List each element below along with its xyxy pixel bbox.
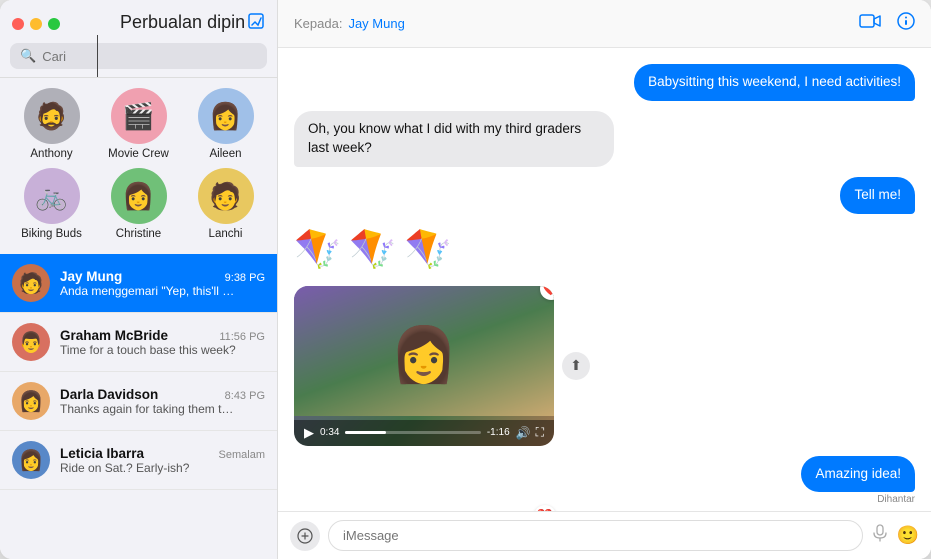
kite-3: 🪁 bbox=[405, 228, 452, 272]
conversation-item-darla[interactable]: 👩 Darla Davidson 8:43 PG Thanks again fo… bbox=[0, 372, 277, 431]
kite-2: 🪁 bbox=[349, 228, 396, 272]
compose-button[interactable] bbox=[247, 12, 265, 35]
conversation-item-jaymung[interactable]: 🧑 Jay Mung 9:38 PG Anda menggemari "Yep,… bbox=[0, 254, 277, 313]
pinned-contact-bikingbuds[interactable]: 🚲 Biking Buds bbox=[16, 168, 88, 240]
message-input[interactable] bbox=[328, 520, 863, 551]
sidebar: 🔍 🧔 Anthony 🎬 Movie Crew bbox=[0, 0, 278, 559]
conv-name-jaymung: Jay Mung bbox=[60, 269, 122, 284]
conv-time-jaymung: 9:38 PG bbox=[225, 272, 265, 284]
conv-info-darla: Darla Davidson 8:43 PG Thanks again for … bbox=[60, 387, 265, 416]
pinned-contact-aileen[interactable]: 👩 Aileen bbox=[190, 88, 262, 160]
input-right-icons: 🙂 bbox=[871, 524, 919, 547]
chat-header-to-label: Kepada: bbox=[294, 16, 342, 31]
pinned-row-2: 🚲 Biking Buds 👩 Christine 🧑 Lanchi bbox=[0, 168, 277, 240]
message-m2: Oh, you know what I did with my third gr… bbox=[294, 111, 915, 167]
bubble-m3: Tell me! bbox=[840, 177, 915, 214]
pinned-contact-moviecrew[interactable]: 🎬 Movie Crew bbox=[103, 88, 175, 160]
bubble-m4: Amazing idea! bbox=[801, 456, 915, 493]
conversation-item-leticia[interactable]: 👩 Leticia Ibarra Semalam Ride on Sat.? E… bbox=[0, 431, 277, 490]
video-elapsed: 0:34 bbox=[320, 427, 339, 438]
video-player[interactable]: 👩 ▶ 0:34 -1:16 🔊 bbox=[294, 286, 554, 446]
search-icon: 🔍 bbox=[20, 48, 36, 64]
video-progress-fill bbox=[345, 431, 386, 434]
pinned-name-lanchi: Lanchi bbox=[209, 228, 243, 240]
chat-area: Kepada: Jay Mung bbox=[278, 0, 931, 559]
avatar-leticia: 👩 bbox=[12, 441, 50, 479]
video-remaining: -1:16 bbox=[487, 427, 510, 438]
conv-preview-jaymung: Anda menggemari "Yep, this'll keep 'em o… bbox=[60, 284, 240, 298]
conv-preview-darla: Thanks again for taking them this weeken… bbox=[60, 402, 240, 416]
pinned-avatar-aileen: 👩 bbox=[198, 88, 254, 144]
avatar-darla: 👩 bbox=[12, 382, 50, 420]
conv-time-darla: 8:43 PG bbox=[225, 390, 265, 402]
traffic-lights bbox=[12, 18, 60, 30]
pinned-avatar-lanchi: 🧑 bbox=[198, 168, 254, 224]
avatar-graham: 👨 bbox=[12, 323, 50, 361]
messages-area: Babysitting this weekend, I need activit… bbox=[278, 48, 931, 511]
conv-name-darla: Darla Davidson bbox=[60, 387, 158, 402]
bubble-m1: Babysitting this weekend, I need activit… bbox=[634, 64, 915, 101]
pinned-avatar-christine: 👩 bbox=[111, 168, 167, 224]
conv-time-leticia: Semalam bbox=[219, 449, 265, 461]
app-button[interactable] bbox=[290, 521, 320, 551]
pinned-contact-christine[interactable]: 👩 Christine bbox=[103, 168, 175, 240]
info-icon[interactable] bbox=[897, 12, 915, 35]
pinned-contact-anthony[interactable]: 🧔 Anthony bbox=[16, 88, 88, 160]
conv-preview-graham: Time for a touch base this week? bbox=[60, 343, 240, 357]
avatar-jaymung: 🧑 bbox=[12, 264, 50, 302]
video-controls: ▶ 0:34 -1:16 🔊 ⛶ bbox=[294, 420, 554, 446]
video-message: 👩 ▶ 0:34 -1:16 🔊 bbox=[294, 286, 915, 446]
search-input[interactable] bbox=[42, 49, 257, 64]
fullscreen-icon[interactable]: ⛶ bbox=[536, 425, 544, 440]
tooltip-line bbox=[97, 35, 98, 77]
message-m4: Amazing idea! Dihantar bbox=[294, 456, 915, 506]
conv-info-graham: Graham McBride 11:56 PG Time for a touch… bbox=[60, 328, 265, 357]
conv-name-leticia: Leticia Ibarra bbox=[60, 446, 144, 461]
conv-info-leticia: Leticia Ibarra Semalam Ride on Sat.? Ear… bbox=[60, 446, 265, 475]
pinned-avatar-bikingbuds: 🚲 bbox=[24, 168, 80, 224]
video-progress-bar[interactable] bbox=[345, 431, 480, 434]
pinned-section: 🧔 Anthony 🎬 Movie Crew 👩 Aileen bbox=[0, 77, 277, 254]
emoji-icon[interactable]: 🙂 bbox=[897, 525, 919, 546]
chat-header-actions bbox=[859, 12, 915, 35]
play-icon[interactable]: ▶ bbox=[304, 425, 314, 441]
last-bubble-heart-reaction: ❤️ bbox=[534, 505, 556, 511]
conversation-list: 🧑 Jay Mung 9:38 PG Anda menggemari "Yep,… bbox=[0, 254, 277, 559]
kite-1: 🪁 bbox=[294, 228, 341, 272]
video-scene: 👩 bbox=[294, 286, 554, 416]
pinned-name-anthony: Anthony bbox=[30, 148, 72, 160]
volume-icon[interactable]: 🔊 bbox=[516, 426, 531, 440]
conversation-item-graham[interactable]: 👨 Graham McBride 11:56 PG Time for a tou… bbox=[0, 313, 277, 372]
conv-info-jaymung: Jay Mung 9:38 PG Anda menggemari "Yep, t… bbox=[60, 269, 265, 298]
input-bar: 🙂 bbox=[278, 511, 931, 559]
message-m3: Tell me! bbox=[294, 177, 915, 214]
kite-row: 🪁 🪁 🪁 bbox=[294, 224, 915, 276]
chat-header-recipient[interactable]: Jay Mung bbox=[348, 16, 404, 31]
conv-time-graham: 11:56 PG bbox=[219, 331, 265, 343]
fullscreen-button[interactable] bbox=[48, 18, 60, 30]
pinned-row-1: 🧔 Anthony 🎬 Movie Crew 👩 Aileen bbox=[0, 88, 277, 160]
pinned-name-moviecrew: Movie Crew bbox=[108, 148, 169, 160]
pinned-name-christine: Christine bbox=[116, 228, 161, 240]
pinned-name-aileen: Aileen bbox=[210, 148, 242, 160]
sidebar-titlebar bbox=[0, 0, 277, 43]
bubble-m2: Oh, you know what I did with my third gr… bbox=[294, 111, 614, 167]
video-person: 👩 bbox=[390, 324, 457, 387]
pinned-avatar-anthony: 🧔 bbox=[24, 88, 80, 144]
share-button[interactable]: ⬆ bbox=[562, 352, 590, 380]
pinned-contact-lanchi[interactable]: 🧑 Lanchi bbox=[190, 168, 262, 240]
chat-header: Kepada: Jay Mung bbox=[278, 0, 931, 48]
audio-input-icon[interactable] bbox=[871, 524, 889, 547]
minimize-button[interactable] bbox=[30, 18, 42, 30]
conv-preview-leticia: Ride on Sat.? Early-ish? bbox=[60, 461, 240, 475]
pinned-avatar-moviecrew: 🎬 bbox=[111, 88, 167, 144]
close-button[interactable] bbox=[12, 18, 24, 30]
message-m1: Babysitting this weekend, I need activit… bbox=[294, 64, 915, 101]
video-action-icons: 🔊 ⛶ bbox=[516, 425, 544, 440]
conv-name-graham: Graham McBride bbox=[60, 328, 168, 343]
sent-label-m4: Dihantar bbox=[877, 494, 915, 505]
pinned-name-bikingbuds: Biking Buds bbox=[21, 228, 82, 240]
video-call-icon[interactable] bbox=[859, 13, 881, 34]
search-bar: 🔍 bbox=[10, 43, 267, 69]
